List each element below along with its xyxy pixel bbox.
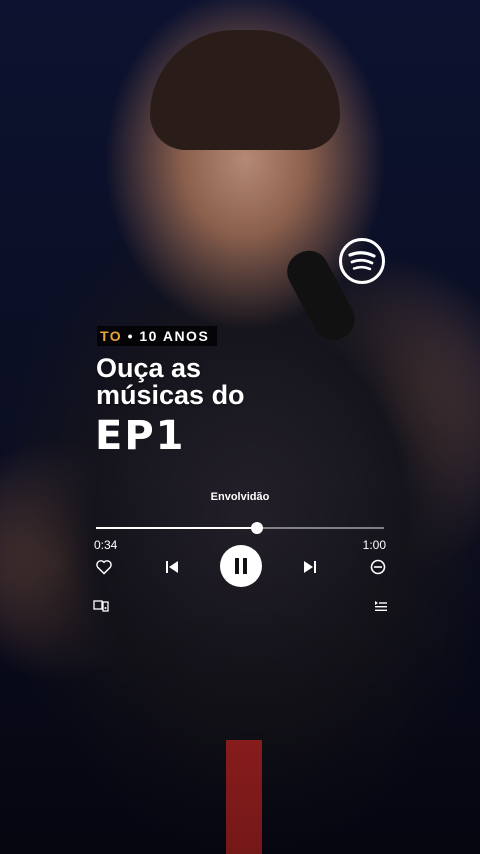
progress-bar[interactable] [96,522,384,534]
heart-icon[interactable] [94,557,114,577]
headline: Ouça as músicas do [96,355,245,409]
tagline-separator: • [127,328,134,344]
skip-previous-icon[interactable] [162,557,182,577]
duration-time: 1:00 [362,538,386,552]
pause-button[interactable] [220,545,262,587]
tagline-text: 10 ANOS [139,328,210,344]
device-icon[interactable] [92,598,110,614]
pause-icon [235,558,247,574]
headline-line1: Ouça as [96,353,202,383]
background-photo: TO • 10 ANOS Ouça as músicas do EP1 Envo… [0,0,480,854]
tagline-accent: TO [100,328,123,344]
song-title: Envolvidão [210,491,270,503]
elapsed-time: 0:34 [94,538,118,552]
skip-next-icon[interactable] [300,557,320,577]
progress-fill [96,527,258,529]
tagline-banner: TO • 10 ANOS [97,326,218,346]
queue-icon[interactable] [372,598,390,614]
ep-label: EP1 [95,413,186,459]
block-icon[interactable] [368,557,388,577]
headline-line2: músicas do [96,380,245,410]
spotify-icon[interactable] [339,238,385,284]
